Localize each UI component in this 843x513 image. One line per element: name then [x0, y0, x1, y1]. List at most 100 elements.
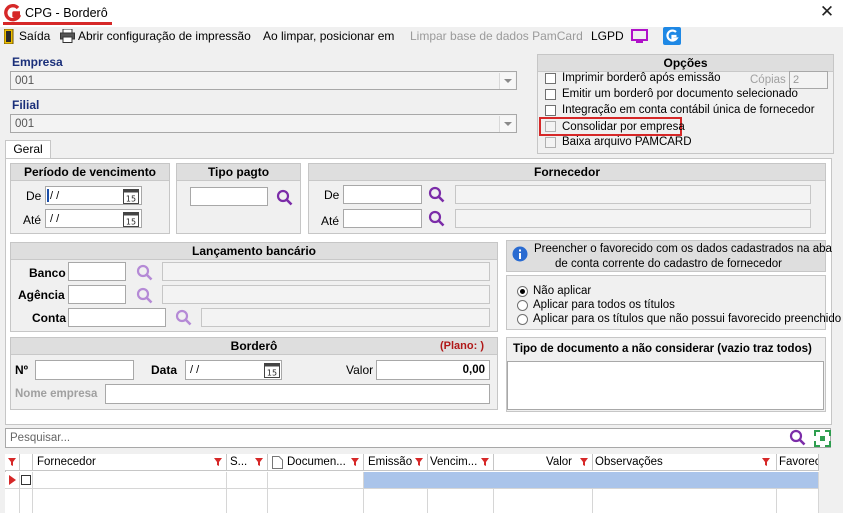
grid-header-fornecedor[interactable]: Fornecedor [33, 454, 227, 471]
empresa-value: 001 [15, 75, 35, 87]
fornecedor-de-description [455, 185, 811, 204]
column-label: Vencim... [430, 456, 478, 468]
clear-pamcard-button[interactable]: Limpar base de dados PamCard [410, 28, 583, 46]
conta-input[interactable] [68, 308, 166, 327]
grid-column-fill [593, 489, 777, 513]
close-icon[interactable]: ✕ [818, 3, 836, 21]
table-row-selected[interactable] [364, 472, 819, 489]
filter-icon[interactable] [8, 458, 16, 466]
copias-value: 2 [793, 74, 800, 86]
row-checkbox[interactable] [21, 475, 31, 485]
nao-aplicar-radio[interactable] [517, 286, 528, 297]
search-icon[interactable] [428, 210, 445, 227]
filter-icon[interactable] [255, 458, 263, 466]
filter-icon[interactable] [214, 458, 222, 466]
tipo-doc-list[interactable] [507, 361, 824, 410]
grid-header-observacoes[interactable]: Observações [593, 454, 777, 471]
search-input[interactable]: Pesquisar... [5, 428, 831, 448]
monitor-icon[interactable] [631, 29, 648, 44]
bordero-data-value: / / [190, 364, 200, 376]
search-icon[interactable] [136, 264, 153, 281]
filial-label: Filial [12, 98, 40, 112]
filter-icon[interactable] [762, 458, 770, 466]
grid-header-documento[interactable]: Documen... [268, 454, 364, 471]
grid-header-favorecido[interactable]: Favorec [777, 454, 819, 471]
calendar-icon[interactable]: 15 [123, 188, 139, 204]
search-icon[interactable] [428, 186, 445, 203]
grid-column-fill [227, 489, 268, 513]
grid-column-fill [268, 489, 364, 513]
on-clear-position-button[interactable]: Ao limpar, posicionar em [263, 28, 394, 46]
row-indicator [5, 472, 20, 489]
table-cell[interactable] [227, 472, 268, 489]
bordero-plano: (Plano: ) [440, 340, 484, 352]
nao-aplicar-label: Não aplicar [533, 285, 592, 297]
bordero-numero-input[interactable] [35, 360, 134, 380]
agencia-input[interactable] [68, 285, 126, 304]
grid-header-vencimento[interactable]: Vencim... [428, 454, 494, 471]
empresa-select[interactable]: 001 [10, 71, 517, 90]
chevron-down-icon[interactable] [499, 73, 515, 89]
fornecedor-ate-label: Até [321, 214, 340, 228]
baixa-pamcard-checkbox[interactable] [545, 137, 556, 148]
filter-icon[interactable] [351, 458, 359, 466]
chevron-down-icon[interactable] [499, 116, 515, 132]
filter-icon[interactable] [415, 458, 423, 466]
filial-select[interactable]: 001 [10, 114, 517, 133]
grid-column-fill [494, 489, 593, 513]
copias-spinner[interactable]: 2 [789, 71, 828, 89]
table-cell[interactable] [268, 472, 364, 489]
agencia-description [162, 285, 490, 304]
grid-column-fill [5, 489, 20, 513]
nome-empresa-input[interactable] [105, 384, 490, 404]
tipo-doc-title: Tipo de documento a não considerar (vazi… [513, 343, 812, 355]
column-label: Fornecedor [37, 456, 96, 468]
saida-button[interactable]: Saída [19, 28, 50, 46]
integracao-conta-checkbox[interactable] [545, 105, 556, 116]
tab-geral[interactable]: Geral [5, 140, 51, 159]
search-icon[interactable] [789, 429, 806, 446]
emitir-por-documento-label: Emitir um borderô por documento selecion… [562, 88, 798, 100]
nome-empresa-label: Nome empresa [15, 388, 98, 400]
column-label: S... [230, 456, 248, 468]
calendar-icon[interactable]: 15 [123, 211, 139, 227]
lgpd-button[interactable]: LGPD [591, 28, 624, 46]
title-underline [3, 22, 112, 25]
aplicar-sem-favorecido-radio[interactable] [517, 314, 528, 325]
bordero-numero-label: Nº [15, 363, 29, 377]
favorecido-info-line2: de conta corrente do cadastro de fornece… [555, 258, 782, 270]
banco-input[interactable] [68, 262, 126, 281]
fornecedor-ate-description [455, 209, 811, 228]
exit-door-icon [4, 29, 14, 44]
tipo-pagto-title: Tipo pagto [177, 164, 300, 181]
grid-header-emissao[interactable]: Emissão [364, 454, 428, 471]
brand-g-icon[interactable] [663, 27, 681, 45]
search-icon[interactable] [136, 287, 153, 304]
aplicar-todos-radio[interactable] [517, 300, 528, 311]
empresa-label: Empresa [12, 55, 63, 69]
print-config-button[interactable]: Abrir configuração de impressão [78, 28, 251, 46]
table-cell[interactable] [33, 472, 227, 489]
periodo-title: Período de vencimento [11, 164, 169, 181]
fornecedor-ate-input[interactable] [343, 209, 422, 228]
periodo-de-value: / / [50, 190, 60, 202]
fornecedor-de-input[interactable] [343, 185, 422, 204]
calendar-icon[interactable]: 15 [264, 362, 280, 378]
expand-icon[interactable] [814, 430, 831, 447]
bordero-valor-input[interactable]: 0,00 [376, 360, 490, 380]
opcoes-title: Opções [538, 55, 833, 72]
filter-icon[interactable] [580, 458, 588, 466]
search-icon[interactable] [175, 309, 192, 326]
grid-header-s[interactable]: S... [227, 454, 268, 471]
aplicar-todos-label: Aplicar para todos os títulos [533, 299, 675, 311]
filter-icon[interactable] [481, 458, 489, 466]
grid-header-check [20, 454, 33, 471]
search-placeholder: Pesquisar... [10, 432, 71, 444]
search-icon[interactable] [276, 189, 293, 206]
emitir-por-documento-checkbox[interactable] [545, 89, 556, 100]
imprimir-bordero-checkbox[interactable] [545, 73, 556, 84]
tipo-pagto-input[interactable] [190, 187, 268, 206]
consolidar-empresa-checkbox[interactable] [545, 121, 556, 132]
grid-header-valor[interactable]: Valor [494, 454, 593, 471]
bordero-valor-label: Valor [346, 363, 374, 377]
